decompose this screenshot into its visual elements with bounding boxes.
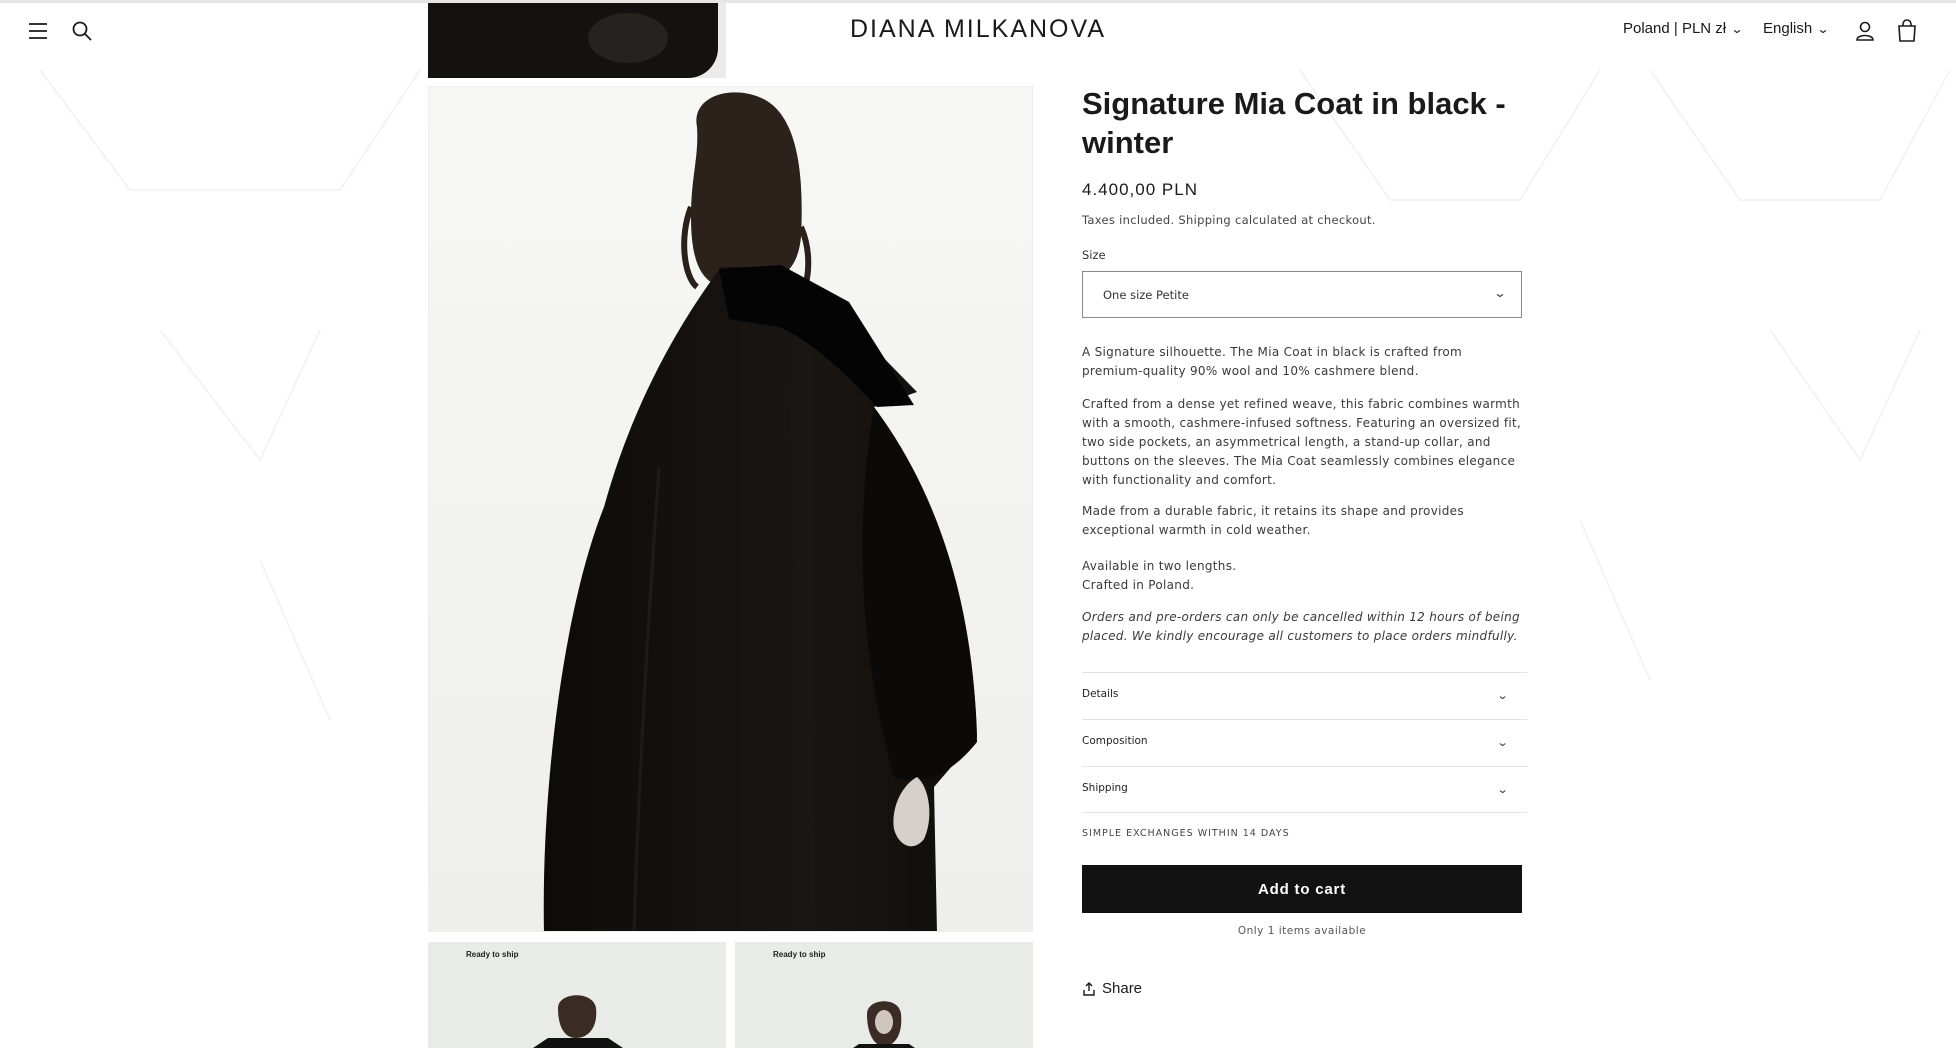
availability-note: Only 1 items available [1237,925,1367,937]
language-label: English [1763,20,1813,37]
language-selector[interactable]: English ⌄ [1763,20,1830,37]
coat-fold-shade [588,13,668,63]
search-icon[interactable] [68,17,96,45]
cancellation-policy: Orders and pre-orders can only be cancel… [1082,610,1520,643]
description-lengths: Available in two lengths. [1082,559,1237,573]
size-selected-value: One size Petite [1103,288,1189,302]
country-currency-label: Poland | PLN zł [1623,20,1727,37]
menu-icon[interactable] [24,17,52,45]
product-main-image[interactable] [428,86,1033,932]
description-durability: Made from a durable fabric, it retains i… [1082,504,1464,537]
accordion-label: Shipping [1082,782,1128,794]
accordion-shipping[interactable]: Shipping ⌄ [1082,766,1527,813]
chevron-down-icon: ⌄ [1730,22,1744,36]
product-image-previous[interactable] [428,3,726,78]
chevron-down-icon: ⌄ [1816,22,1830,36]
cart-icon[interactable] [1893,17,1921,45]
description-intro: A Signature silhouette. The Mia Coat in … [1082,345,1463,378]
chevron-down-icon: ⌄ [1493,286,1507,300]
share-label: Share [1102,980,1143,997]
accordion-composition[interactable]: Composition ⌄ [1082,719,1527,766]
accordion-label: Details [1082,688,1119,700]
site-header: DIANA MILKANOVA Poland | PLN zł ⌄ English… [0,3,1956,59]
size-label: Size [1082,248,1106,262]
coat-model-illustration [429,87,1032,931]
chevron-down-icon: ⌄ [1496,736,1509,749]
description-origin: Crafted in Poland. [1082,578,1195,592]
product-price: 4.400,00 PLN [1082,180,1198,199]
thumbnail-model [853,1001,915,1048]
product-thumbnail[interactable]: Ready to ship [428,942,726,1048]
account-icon[interactable] [1851,17,1879,45]
chevron-down-icon: ⌄ [1496,783,1509,796]
description-fabric: Crafted from a dense yet refined weave, … [1082,397,1522,487]
add-to-cart-button[interactable]: Add to cart [1082,865,1522,913]
chevron-down-icon: ⌄ [1496,689,1509,702]
product-thumbnail[interactable]: Ready to ship [735,942,1033,1048]
accordion-label: Composition [1082,735,1148,747]
accordion-details[interactable]: Details ⌄ [1082,672,1527,719]
divider [1082,812,1527,813]
share-button[interactable]: Share [1082,980,1142,997]
tax-shipping-note: Taxes included. Shipping calculated at c… [1082,213,1376,227]
product-title: Signature Mia Coat in black - winter [1082,86,1506,160]
coat-image-fragment [428,3,718,78]
size-select[interactable]: One size Petite ⌄ [1082,271,1522,318]
thumbnail-model [533,995,623,1048]
share-icon [1083,981,1095,996]
exchange-note: SIMPLE EXCHANGES WITHIN 14 DAYS [1082,828,1290,839]
country-currency-selector[interactable]: Poland | PLN zł ⌄ [1623,20,1744,37]
